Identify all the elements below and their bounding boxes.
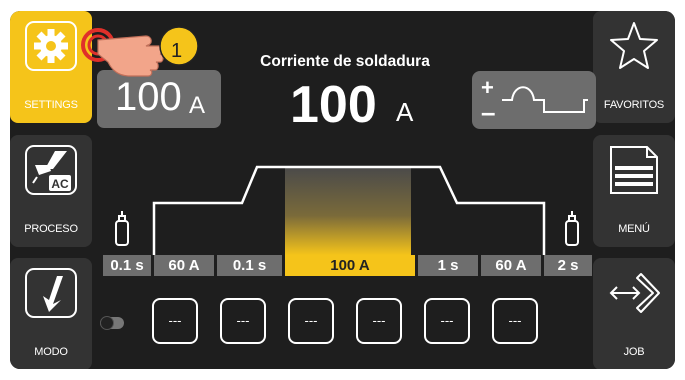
ac-badge: AC bbox=[51, 177, 69, 191]
star-icon bbox=[607, 19, 661, 73]
parameter-title: Corriente de soldadura bbox=[260, 53, 430, 70]
set-value-unit: A bbox=[189, 92, 206, 119]
job-slot[interactable]: --- bbox=[356, 298, 402, 344]
job-slot[interactable]: --- bbox=[288, 298, 334, 344]
parameter-value: 100 bbox=[290, 76, 377, 134]
trigger-mode-icon bbox=[25, 268, 77, 318]
callout-number: 1 bbox=[171, 40, 183, 62]
seq-post-gas[interactable]: 2 s bbox=[544, 255, 592, 276]
job-slot[interactable]: --- bbox=[424, 298, 470, 344]
seq-pre-gas[interactable]: 0.1 s bbox=[103, 255, 151, 276]
modo-label: MODO bbox=[34, 346, 68, 358]
job-toggle[interactable] bbox=[100, 316, 124, 330]
polarity-wave-button[interactable]: + – bbox=[472, 71, 596, 129]
settings-label: SETTINGS bbox=[24, 99, 78, 111]
job-slot[interactable]: --- bbox=[220, 298, 266, 344]
proceso-button[interactable]: AC PROCESO bbox=[10, 135, 92, 247]
job-slot[interactable]: --- bbox=[152, 298, 198, 344]
job-label: JOB bbox=[623, 346, 645, 358]
menu-button[interactable]: MENÚ bbox=[593, 135, 675, 247]
touch-hand-callout bbox=[81, 26, 199, 77]
proceso-label: PROCESO bbox=[24, 223, 78, 235]
favoritos-button[interactable]: FAVORITOS bbox=[593, 11, 675, 123]
modo-button[interactable]: MODO bbox=[10, 258, 92, 369]
job-slot[interactable]: --- bbox=[492, 298, 538, 344]
ac-wave-icon: + – bbox=[481, 75, 588, 127]
seq-start-current[interactable]: 60 A bbox=[154, 255, 214, 276]
job-arrows-icon bbox=[607, 266, 661, 320]
seq-end-current[interactable]: 60 A bbox=[481, 255, 541, 276]
gas-bottle-icon bbox=[115, 211, 129, 246]
seq-downslope[interactable]: 1 s bbox=[418, 255, 478, 276]
parameter-unit: A bbox=[396, 97, 414, 127]
seq-welding-current[interactable]: 100 A bbox=[285, 255, 415, 276]
torch-ac-icon: AC bbox=[25, 145, 77, 195]
menu-document-icon bbox=[607, 143, 661, 197]
favoritos-label: FAVORITOS bbox=[603, 99, 665, 111]
weld-profile-graph bbox=[115, 165, 579, 255]
minus-sign: – bbox=[481, 97, 495, 127]
menu-label: MENÚ bbox=[618, 223, 650, 235]
seq-upslope[interactable]: 0.1 s bbox=[217, 255, 282, 276]
job-button[interactable]: JOB bbox=[593, 258, 675, 369]
gas-bottle-icon bbox=[565, 211, 579, 246]
